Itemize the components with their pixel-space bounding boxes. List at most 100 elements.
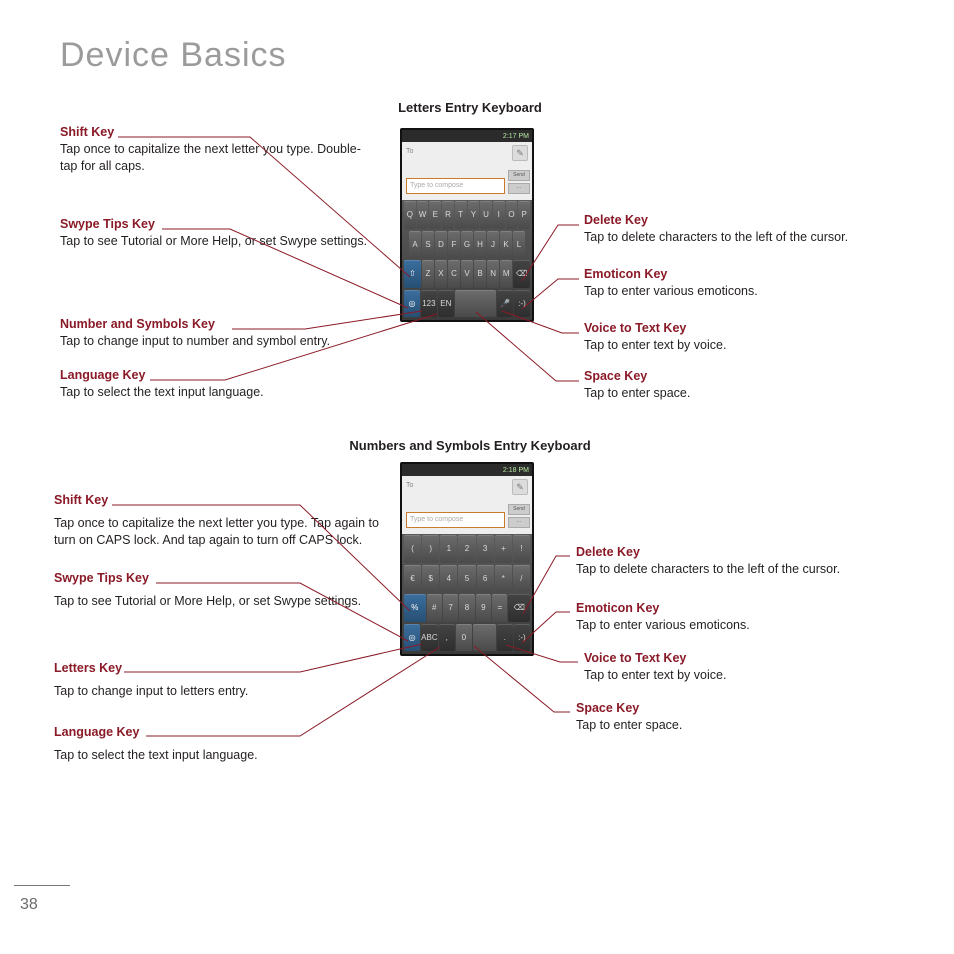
key: L <box>513 231 525 259</box>
footer-rule <box>14 885 70 886</box>
key: N <box>487 260 499 288</box>
callout-swype-key-2: Swype Tips KeyTap to see Tutorial or Mor… <box>54 570 390 610</box>
key: 9 <box>476 594 491 622</box>
attach-icon-2: ✎ <box>512 479 528 495</box>
key: B <box>474 260 486 288</box>
key <box>455 290 496 318</box>
key: ABC <box>421 624 437 652</box>
key: ⌫ <box>508 594 530 622</box>
callout-delete-key-2: Delete KeyTap to delete characters to th… <box>576 544 906 578</box>
page-number: 38 <box>20 896 38 914</box>
key: H <box>474 231 486 259</box>
callout-language-key-2: Language KeyTap to select the text input… <box>54 724 390 764</box>
send-column-2: Send ··· <box>508 504 530 530</box>
key: E <box>429 201 441 229</box>
key: 2 <box>458 535 475 563</box>
key: V <box>461 260 473 288</box>
key: € <box>404 565 421 593</box>
key: ! <box>513 535 530 563</box>
to-label-2: To <box>406 482 413 489</box>
phone-numbers: 2:18 PM To ✎ Type to compose Send ··· ()… <box>400 462 534 656</box>
callout-emoticon-key-1: Emoticon KeyTap to enter various emotico… <box>584 266 904 300</box>
key: ◎ <box>404 624 420 652</box>
section2-title: Numbers and Symbols Entry Keyboard <box>340 438 600 453</box>
key: R <box>442 201 454 229</box>
status-time: 2:17 PM <box>503 133 529 140</box>
key: 0 <box>456 624 472 652</box>
key: 6 <box>477 565 494 593</box>
key: Q <box>404 201 416 229</box>
status-bar-2: 2:18 PM <box>402 464 532 476</box>
key: J <box>487 231 499 259</box>
app-body: To ✎ Type to compose Send ··· <box>402 142 532 200</box>
key: ⌫ <box>513 260 530 288</box>
key: :-) <box>514 624 530 652</box>
to-label: To <box>406 148 413 155</box>
keyboard-numbers: ()123+! €$456*/ %#789=⌫ ◎ABC,0 .:-) <box>402 534 532 652</box>
key: , <box>439 624 455 652</box>
key: D <box>435 231 447 259</box>
key: G <box>461 231 473 259</box>
callout-space-key-2: Space KeyTap to enter space. <box>576 700 906 734</box>
callout-number-key-1: Number and Symbols KeyTap to change inpu… <box>60 316 400 350</box>
status-bar: 2:17 PM <box>402 130 532 142</box>
phone-letters: 2:17 PM To ✎ Type to compose Send ··· QW… <box>400 128 534 322</box>
key: . <box>497 624 513 652</box>
key: ⇧ <box>404 260 421 288</box>
key: M <box>500 260 512 288</box>
status-time-2: 2:18 PM <box>503 467 529 474</box>
key: % <box>404 594 426 622</box>
page-title: Device Basics <box>60 36 287 75</box>
key: K <box>500 231 512 259</box>
keyboard-letters: QWERTYUIOP ASDFGHJKL ⇧ZXCVBNM⌫ ◎123EN 🎤:… <box>402 200 532 318</box>
more-button: ··· <box>508 183 530 194</box>
send-button: Send <box>508 170 530 181</box>
more-button-2: ··· <box>508 517 530 528</box>
callout-shift-key-2: Shift KeyTap once to capitalize the next… <box>54 492 390 549</box>
key: 123 <box>421 290 437 318</box>
section1-title: Letters Entry Keyboard <box>370 100 570 115</box>
key: 7 <box>443 594 458 622</box>
callout-voice-key-1: Voice to Text KeyTap to enter text by vo… <box>584 320 904 354</box>
key: F <box>448 231 460 259</box>
key: 3 <box>477 535 494 563</box>
key: # <box>427 594 442 622</box>
callout-swype-key-1: Swype Tips KeyTap to see Tutorial or Mor… <box>60 216 370 250</box>
key: + <box>495 535 512 563</box>
callout-voice-key-2: Voice to Text KeyTap to enter text by vo… <box>584 650 914 684</box>
key: C <box>448 260 460 288</box>
key: :-) <box>514 290 530 318</box>
callout-emoticon-key-2: Emoticon KeyTap to enter various emotico… <box>576 600 906 634</box>
callout-shift-key-1: Shift KeyTap once to capitalize the next… <box>60 124 370 175</box>
key: $ <box>422 565 439 593</box>
key: I <box>493 201 505 229</box>
callout-delete-key-1: Delete KeyTap to delete characters to th… <box>584 212 904 246</box>
send-column: Send ··· <box>508 170 530 196</box>
compose-field: Type to compose <box>406 178 505 194</box>
attach-icon: ✎ <box>512 145 528 161</box>
callout-language-key-1: Language KeyTap to select the text input… <box>60 367 370 401</box>
key: 🎤 <box>497 290 513 318</box>
key: 1 <box>440 535 457 563</box>
key: 8 <box>459 594 474 622</box>
key: ) <box>422 535 439 563</box>
key: X <box>435 260 447 288</box>
key: Y <box>468 201 480 229</box>
key: U <box>480 201 492 229</box>
key: P <box>518 201 530 229</box>
key: S <box>422 231 434 259</box>
key: A <box>409 231 421 259</box>
key: 4 <box>440 565 457 593</box>
callout-space-key-1: Space KeyTap to enter space. <box>584 368 904 402</box>
key: EN <box>438 290 454 318</box>
key: O <box>506 201 518 229</box>
key: Z <box>422 260 434 288</box>
key: W <box>417 201 429 229</box>
key: ◎ <box>404 290 420 318</box>
key: / <box>513 565 530 593</box>
key <box>473 624 496 652</box>
callout-letters-key-2: Letters KeyTap to change input to letter… <box>54 660 390 700</box>
key: T <box>455 201 467 229</box>
send-button-2: Send <box>508 504 530 515</box>
key: * <box>495 565 512 593</box>
